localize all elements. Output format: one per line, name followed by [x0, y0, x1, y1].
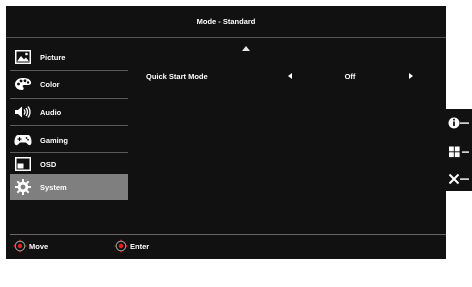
sidebar-item-label: System — [40, 182, 67, 192]
osd-menu: Mode - Standard Picture Color Audio Gami… — [6, 6, 446, 259]
speaker-icon — [14, 103, 32, 121]
gear-icon — [14, 178, 32, 196]
next-option-arrow-icon[interactable] — [409, 73, 413, 79]
menu-divider — [10, 125, 128, 126]
enter-hint: Enter — [114, 239, 149, 253]
sidebar-item-label: Color — [40, 79, 60, 89]
sidebar-item-label: Gaming — [40, 135, 68, 145]
setting-label-quick-start-mode: Quick Start Mode — [146, 72, 208, 81]
side-button-panel — [446, 109, 472, 191]
sidebar-item-label: OSD — [40, 159, 57, 169]
dpad-enter-icon — [114, 239, 128, 253]
page-title: Mode - Standard — [196, 17, 256, 26]
grid-icon — [449, 146, 469, 158]
sidebar-item-system[interactable]: System — [10, 174, 128, 200]
menu-grid-button[interactable] — [448, 144, 472, 160]
move-hint: Move — [13, 239, 48, 253]
info-icon — [448, 117, 469, 129]
gamepad-icon — [14, 131, 32, 149]
setting-value-quick-start-mode[interactable]: Off — [336, 72, 364, 81]
close-button[interactable] — [448, 171, 472, 187]
palette-icon — [14, 75, 32, 93]
move-label: Move — [29, 241, 49, 251]
sidebar-item-audio[interactable]: Audio — [10, 99, 128, 125]
enter-label: Enter — [130, 241, 150, 251]
picture-icon — [14, 48, 32, 66]
sidebar-item-label: Audio — [40, 107, 62, 117]
header-divider — [6, 37, 446, 38]
close-icon — [448, 173, 469, 185]
previous-option-arrow-icon[interactable] — [288, 73, 292, 79]
sidebar-item-color[interactable]: Color — [10, 71, 128, 97]
scroll-up-arrow-icon[interactable] — [242, 46, 250, 51]
sidebar-item-label: Picture — [40, 52, 66, 62]
dpad-move-icon — [13, 239, 27, 253]
info-button[interactable] — [448, 115, 472, 131]
sidebar-item-picture[interactable]: Picture — [10, 44, 128, 70]
osd-window-icon — [14, 155, 32, 173]
sidebar-item-gaming[interactable]: Gaming — [10, 127, 128, 153]
footer-divider — [10, 234, 446, 235]
